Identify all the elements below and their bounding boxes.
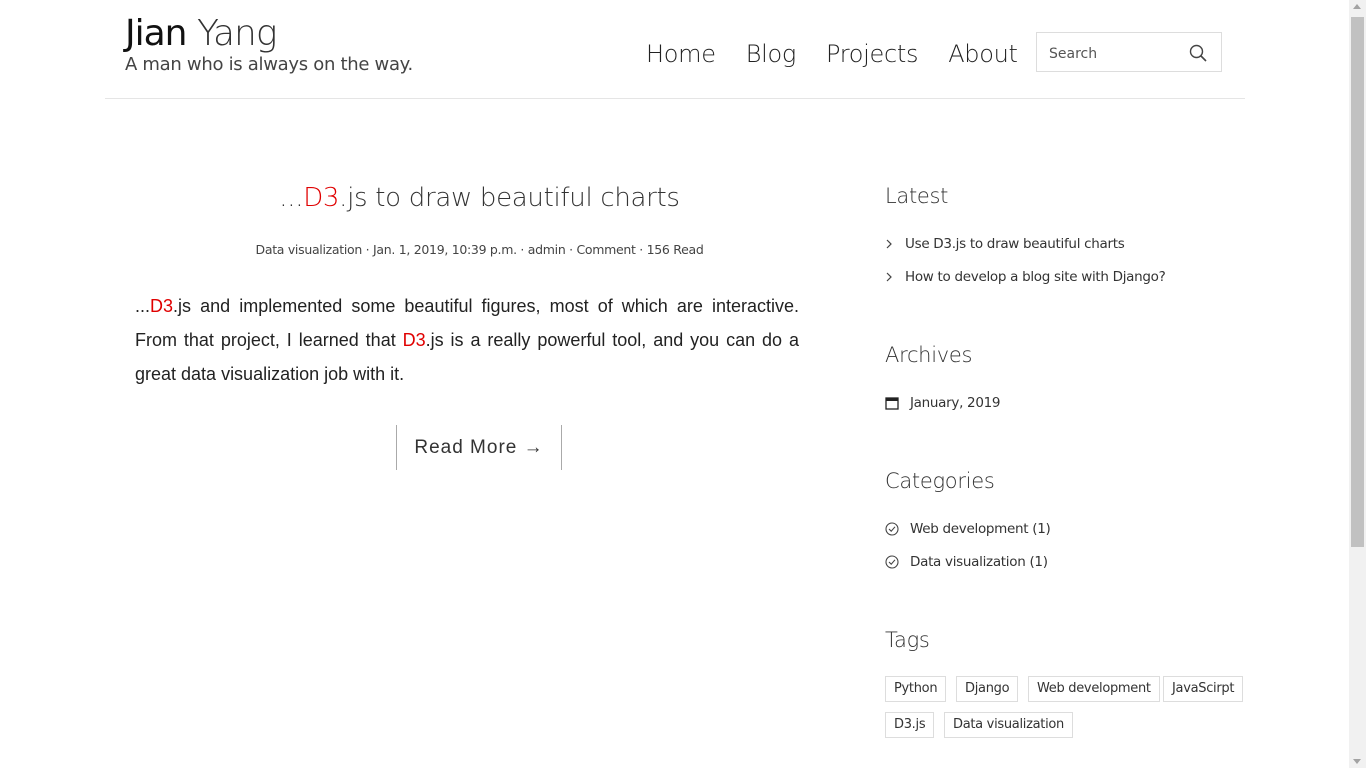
- nav-about[interactable]: About: [948, 40, 1018, 68]
- category-label[interactable]: Web development (1): [910, 521, 1051, 537]
- site-brand[interactable]: Jian Yang A man who is always on the way…: [125, 14, 413, 75]
- site-title-last: Yang: [186, 13, 278, 54]
- header-divider: [105, 98, 1245, 99]
- nav-projects[interactable]: Projects: [826, 40, 919, 68]
- site-title[interactable]: Jian Yang: [125, 14, 413, 54]
- archive-item[interactable]: January, 2019: [885, 395, 1001, 411]
- widget-title-categories: Categories: [885, 469, 995, 493]
- tag-python[interactable]: Python: [885, 676, 947, 702]
- archive-label[interactable]: January, 2019: [910, 395, 1001, 411]
- tag-web-development[interactable]: Web development: [1028, 676, 1160, 702]
- widget-title-latest: Latest: [885, 184, 949, 208]
- page-scrollbar[interactable]: [1349, 0, 1366, 768]
- scroll-down-arrow-icon[interactable]: [1353, 759, 1361, 764]
- site-tagline: A man who is always on the way.: [125, 54, 413, 75]
- latest-post-item[interactable]: Use D3.js to draw beautiful charts: [885, 236, 1125, 252]
- chevron-right-icon: [886, 239, 892, 249]
- nav-blog[interactable]: Blog: [746, 40, 797, 68]
- excerpt-highlight: D3: [150, 296, 174, 316]
- tag-data-visualization[interactable]: Data visualization: [944, 712, 1073, 738]
- category-item[interactable]: Web development (1): [885, 521, 1051, 537]
- latest-post-label[interactable]: How to develop a blog site with Django?: [905, 269, 1166, 285]
- post-title-highlight: D3: [303, 183, 340, 213]
- read-more-button[interactable]: Read More →: [396, 425, 562, 470]
- nav-home[interactable]: Home: [646, 40, 716, 68]
- calendar-icon: [885, 397, 899, 410]
- search-box: [1036, 32, 1222, 72]
- search-icon[interactable]: [1189, 44, 1207, 62]
- category-item[interactable]: Data visualization (1): [885, 554, 1048, 570]
- main-nav: Home Blog Projects About: [646, 40, 1048, 68]
- widget-title-tags: Tags: [885, 628, 930, 652]
- excerpt-part: ...: [135, 296, 151, 316]
- post-title[interactable]: ...D3.js to draw beautiful charts: [135, 183, 824, 213]
- check-circle-icon: [885, 522, 899, 536]
- scrollbar-thumb[interactable]: [1351, 17, 1364, 547]
- latest-post-item[interactable]: How to develop a blog site with Django?: [885, 269, 1166, 285]
- latest-post-label[interactable]: Use D3.js to draw beautiful charts: [905, 236, 1125, 252]
- post-title-suffix: .js to draw beautiful charts: [339, 183, 680, 213]
- post-title-prefix: ...: [279, 183, 304, 213]
- scroll-up-arrow-icon[interactable]: [1353, 4, 1361, 9]
- site-title-first: Jian: [125, 13, 187, 54]
- tag-d3js[interactable]: D3.js: [885, 712, 935, 738]
- post-meta: Data visualization · Jan. 1, 2019, 10:39…: [255, 242, 704, 257]
- widget-title-archives: Archives: [885, 343, 973, 367]
- excerpt-highlight: D3: [402, 330, 426, 350]
- post-excerpt: ...D3.js and implemented some beautiful …: [135, 289, 799, 391]
- category-label[interactable]: Data visualization (1): [910, 554, 1048, 570]
- chevron-right-icon: [886, 272, 892, 282]
- tag-django[interactable]: Django: [956, 676, 1019, 702]
- tag-javascript[interactable]: JavaScirpt: [1163, 676, 1244, 702]
- check-circle-icon: [885, 555, 899, 569]
- search-input[interactable]: [1047, 43, 1181, 65]
